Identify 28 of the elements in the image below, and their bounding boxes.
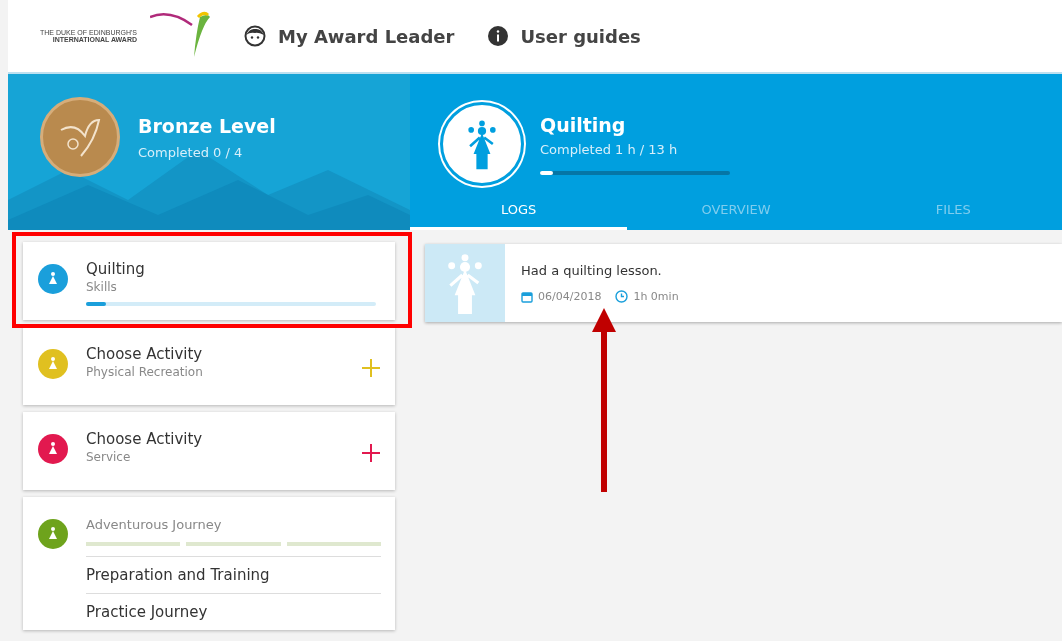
activity-category: Adventurous Journey bbox=[86, 517, 223, 532]
activity-title: Choose Activity bbox=[86, 430, 204, 448]
nav-link[interactable]: My Award Leader bbox=[244, 25, 455, 47]
activity-category: Skills bbox=[86, 280, 118, 294]
journey-step[interactable]: Preparation and Training bbox=[86, 556, 381, 593]
activity-title: Quilting bbox=[540, 113, 627, 136]
log-date: 06/04/2018 bbox=[521, 290, 602, 303]
completed-count-text: Completed 0 / 4 bbox=[138, 144, 244, 160]
calendar-icon bbox=[521, 290, 533, 303]
log-card[interactable]: Had a quilting lesson. 06/04/2018 1h 0min bbox=[425, 244, 1062, 322]
clock-icon bbox=[615, 290, 629, 303]
activity-card[interactable]: Quilting Skills bbox=[23, 242, 395, 320]
level-title: Bronze Level bbox=[138, 114, 276, 137]
activity-title: Quilting bbox=[86, 260, 146, 278]
plus-icon[interactable] bbox=[361, 443, 381, 463]
activity-category: Physical Recreation bbox=[86, 365, 204, 379]
journey-step[interactable]: Practice Journey bbox=[86, 593, 381, 630]
nav-link[interactable]: User guides bbox=[488, 25, 641, 47]
completed-hours-text: Completed 1 h / 13 h bbox=[540, 141, 679, 157]
log-text: Had a quilting lesson. bbox=[521, 263, 663, 278]
log-duration: 1h 0min bbox=[615, 290, 679, 303]
face-icon bbox=[244, 25, 266, 47]
activity-card[interactable]: Choose Activity Physical Recreation bbox=[23, 327, 395, 405]
activity-card[interactable]: Choose Activity Service bbox=[23, 412, 395, 490]
activity-card[interactable]: Adventurous Journey Preparation and Training Practice Journey bbox=[23, 497, 395, 630]
activity-title: Choose Activity bbox=[86, 345, 204, 363]
info-icon bbox=[488, 26, 509, 46]
activity-category: Service bbox=[86, 450, 132, 464]
